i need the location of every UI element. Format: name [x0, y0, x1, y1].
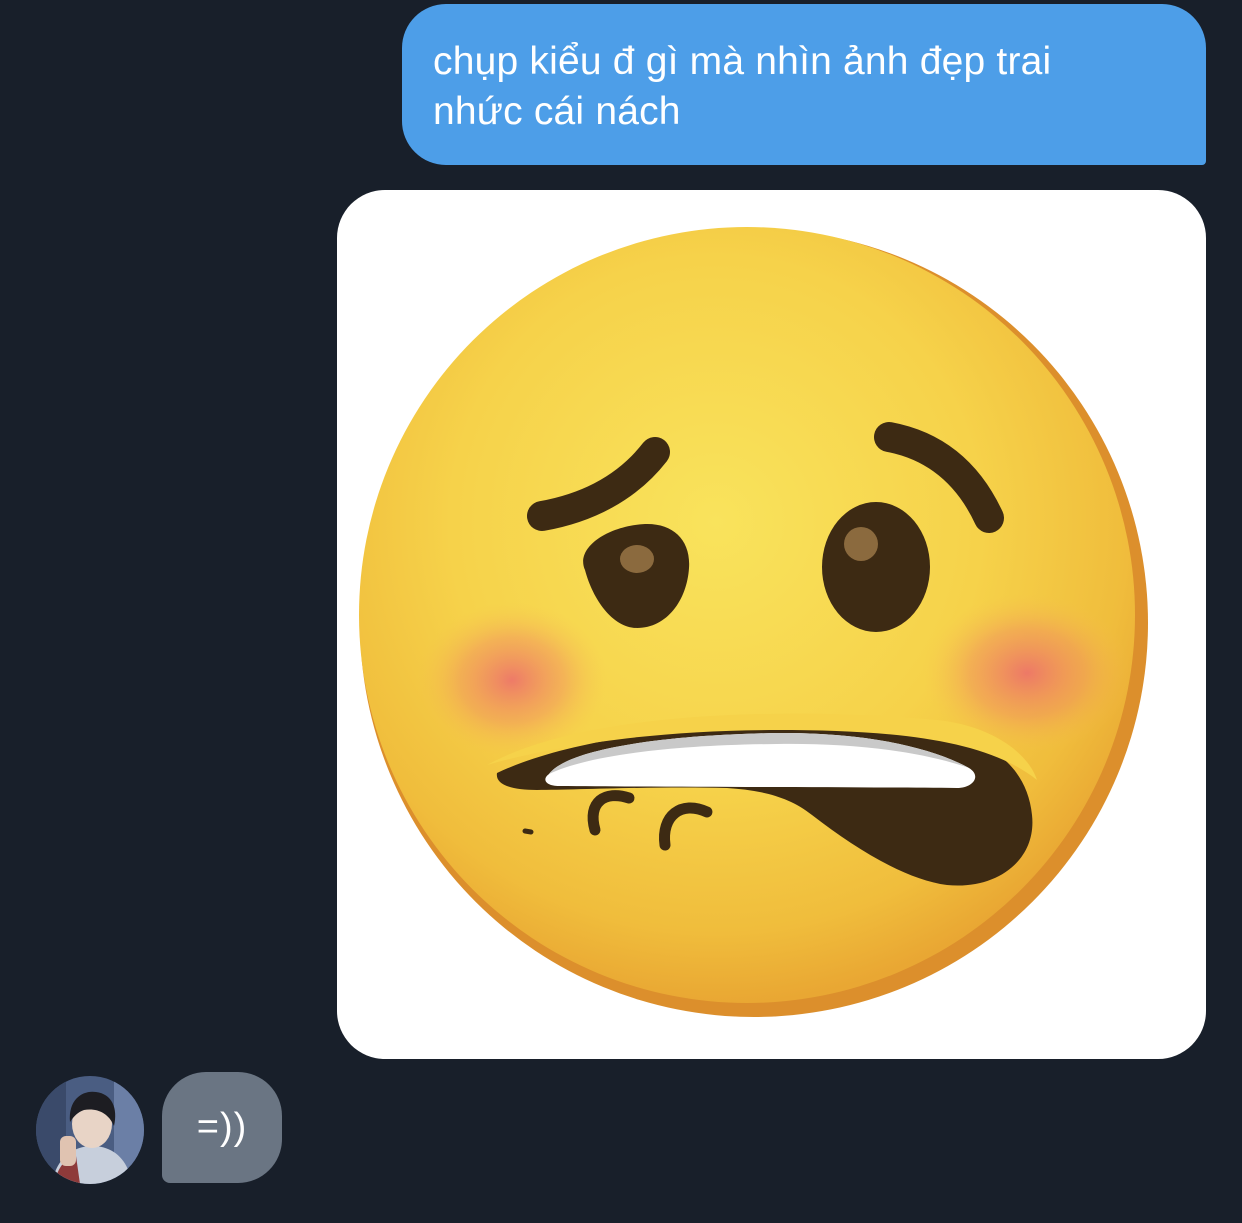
image-message[interactable] [337, 190, 1206, 1059]
emoji-face-biting-lip-icon [359, 227, 1148, 1017]
right-eye [822, 502, 930, 632]
message-line-1: chụp kiểu đ gì mà nhìn ảnh đẹp trai [433, 40, 1052, 83]
incoming-message-text: =)) [196, 1106, 248, 1148]
left-eye-highlight [620, 545, 654, 573]
outgoing-message-bubble[interactable]: chụp kiểu đ gì mà nhìn ảnh đẹp trai nhức… [402, 4, 1206, 165]
avatar[interactable] [36, 1076, 144, 1184]
chat-thread: chụp kiểu đ gì mà nhìn ảnh đẹp trai nhức… [0, 0, 1242, 1223]
incoming-message-bubble[interactable]: =)) [162, 1072, 282, 1183]
contact-avatar-icon [36, 1076, 144, 1184]
message-line-2: nhức cái nách [433, 90, 681, 133]
lip-dot [522, 828, 534, 835]
right-eye-highlight [844, 527, 878, 561]
